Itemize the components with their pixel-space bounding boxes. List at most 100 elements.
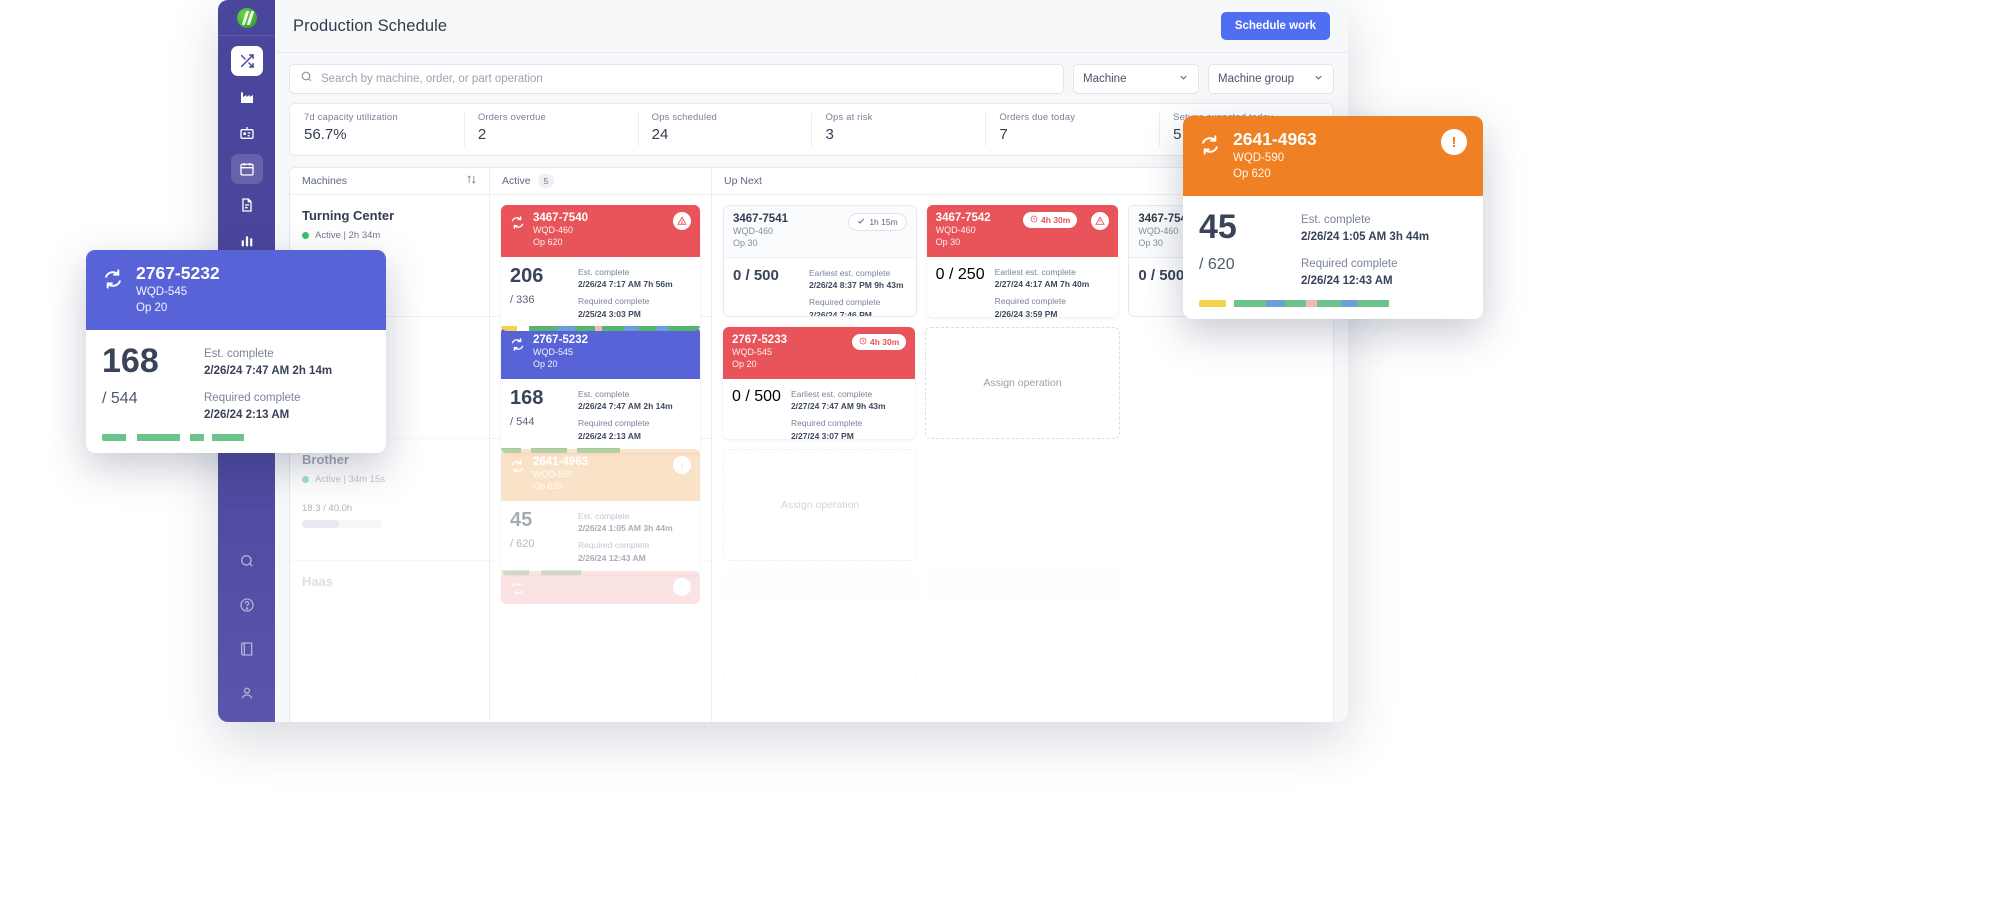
machine-row[interactable]: Haas bbox=[290, 561, 489, 683]
kpi-label: Orders overdue bbox=[477, 112, 546, 123]
cycle-icon bbox=[511, 460, 524, 473]
floating-operation-card-left[interactable]: 2767-5232 WQD-545 Op 20 168 / 544 Est. c… bbox=[86, 250, 386, 454]
kpi-value: 2 bbox=[477, 126, 487, 143]
warning-icon[interactable] bbox=[673, 456, 691, 474]
warning-triangle-icon[interactable] bbox=[673, 212, 691, 230]
machine-row[interactable]: Brother Active | 34m 15s 18.3 / 40.0h bbox=[290, 439, 489, 561]
column-header-machines: Machines bbox=[290, 168, 489, 195]
est-complete-value: 2/26/24 7:17 AM 7h 56m bbox=[578, 278, 673, 289]
sidebar-item-help[interactable] bbox=[231, 590, 263, 620]
operation-card[interactable] bbox=[501, 571, 700, 604]
operation-number: Op 30 bbox=[733, 237, 758, 248]
required-complete-value: 2/25/24 3:03 PM bbox=[578, 308, 641, 319]
earliest-est-label: Earliest est. complete bbox=[809, 267, 891, 278]
next-operation-card[interactable]: 3467-7541 WQD-460 Op 30 1h 15m 0 / 500 E… bbox=[723, 205, 917, 317]
column-title: Machines bbox=[302, 175, 347, 187]
quantity-block: 168 / 544 bbox=[102, 344, 188, 424]
required-complete-label: Required complete bbox=[790, 418, 863, 429]
operation-card-header: 2641-4963 WQD-590 Op 620 bbox=[501, 449, 700, 501]
setup-time-text: 1h 15m bbox=[869, 217, 898, 227]
next-card-meta: Earliest est. complete 2/27/24 4:17 AM 7… bbox=[995, 266, 1090, 317]
machine-filter-label: Machine bbox=[1083, 73, 1127, 85]
operation-card[interactable]: 2767-5232 WQD-545 Op 20 168 / 544 Est. c… bbox=[501, 327, 700, 453]
machine-group-filter-select[interactable]: Machine group bbox=[1208, 64, 1334, 94]
setup-time-text: 4h 30m bbox=[1041, 215, 1071, 225]
sidebar-item-shuffle[interactable] bbox=[230, 46, 263, 76]
schedule-board: Machines Turning Center Active | 2h 34m bbox=[289, 167, 1334, 722]
operation-card-header: 3467-7540 WQD-460 Op 620 bbox=[501, 205, 700, 257]
operation-number: Op 20 bbox=[136, 302, 168, 315]
operation-card-body: 45 / 620 Est. complete 2/26/24 1:05 AM 3… bbox=[501, 501, 700, 570]
operation-number: Op 620 bbox=[533, 236, 563, 247]
next-card-header: 3467-7542 WQD-460 Op 30 4h 30m bbox=[926, 205, 1119, 257]
up-next-row: Assign operation bbox=[712, 439, 1333, 561]
search-box[interactable] bbox=[289, 64, 1064, 94]
warning-triangle-icon[interactable] bbox=[673, 578, 691, 596]
floating-card-header: 2641-4963 WQD-590 Op 620 ! bbox=[1183, 116, 1483, 197]
est-complete-label: Est. complete bbox=[578, 388, 630, 399]
sidebar-item-calendar[interactable] bbox=[230, 154, 263, 184]
sidebar-item-factory[interactable] bbox=[231, 82, 263, 112]
quantity-completed: 206 bbox=[510, 264, 544, 287]
est-complete-value: 2/26/24 1:05 AM 3h 44m bbox=[1301, 231, 1430, 244]
next-operation-card[interactable]: 3467-7542 WQD-460 Op 30 4h 30m 0 / 250 E… bbox=[926, 205, 1119, 317]
machine-status-text: Active | 2h 34m bbox=[315, 230, 381, 241]
machine-name: Brother bbox=[302, 452, 349, 467]
quantity-total: / 620 bbox=[1199, 256, 1235, 274]
progress-stripe bbox=[1199, 300, 1467, 308]
app-window: Production Schedule Schedule work Machin… bbox=[218, 0, 1348, 722]
kpi-value: 3 bbox=[825, 126, 834, 143]
chevron-down-icon bbox=[1313, 72, 1324, 86]
floating-card-meta: Est. complete 2/26/24 7:47 AM 2h 14m Req… bbox=[204, 344, 332, 424]
required-complete-label: Required complete bbox=[578, 296, 650, 307]
warning-triangle-icon[interactable] bbox=[1091, 212, 1110, 230]
active-count-badge: 5 bbox=[537, 174, 555, 188]
schedule-work-button[interactable]: Schedule work bbox=[1220, 12, 1330, 40]
sort-icon[interactable] bbox=[466, 172, 477, 190]
up-next-row: 2767-5233 WQD-545 Op 20 4h 30m 0 / 500 E… bbox=[712, 317, 1333, 439]
machine-filter-select[interactable]: Machine bbox=[1073, 64, 1199, 94]
order-number: 2641-4963 bbox=[1233, 129, 1317, 149]
part-number: WQD-460 bbox=[533, 225, 574, 236]
sidebar-item-search[interactable] bbox=[231, 546, 263, 576]
operation-card[interactable]: 2641-4963 WQD-590 Op 620 45 / 620 Est. c… bbox=[501, 449, 700, 575]
est-complete-label: Est. complete bbox=[1301, 214, 1371, 227]
operation-card-meta: Est. complete 2/26/24 7:47 AM 2h 14m Req… bbox=[578, 388, 673, 442]
operation-number: Op 620 bbox=[533, 480, 563, 491]
alert-icon[interactable]: ! bbox=[1441, 129, 1467, 155]
est-complete-value: 2/26/24 7:47 AM 2h 14m bbox=[578, 400, 673, 411]
operation-card-meta: Est. complete 2/26/24 7:17 AM 7h 56m Req… bbox=[578, 266, 673, 320]
sidebar-item-documents[interactable] bbox=[231, 190, 263, 220]
sidebar-item-account[interactable] bbox=[231, 678, 263, 708]
search-input[interactable] bbox=[321, 73, 1053, 85]
kpi-label: Ops at risk bbox=[825, 112, 873, 123]
floating-operation-card-right[interactable]: 2641-4963 WQD-590 Op 620 ! 45 / 620 Est.… bbox=[1183, 116, 1483, 320]
operation-number: Op 20 bbox=[533, 358, 558, 369]
kpi-orders-due-today: Orders due today 7 bbox=[985, 104, 1159, 155]
next-operation-card[interactable] bbox=[723, 571, 917, 683]
next-card-meta: Earliest est. complete 2/26/24 8:37 PM 9… bbox=[809, 267, 904, 316]
screenshot-stage: Production Schedule Schedule work Machin… bbox=[0, 0, 2000, 922]
assign-operation-slot[interactable]: Assign operation bbox=[723, 449, 918, 561]
next-operation-card[interactable] bbox=[926, 571, 1121, 683]
search-icon bbox=[300, 70, 313, 88]
sidebar-nav-bottom bbox=[231, 546, 263, 708]
assign-operation-slot[interactable]: Assign operation bbox=[925, 327, 1120, 439]
kpi-label: Ops scheduled bbox=[651, 112, 717, 123]
operation-card[interactable]: 3467-7540 WQD-460 Op 620 206 / 336 Est. … bbox=[501, 205, 700, 331]
sidebar-item-docs[interactable] bbox=[231, 634, 263, 664]
required-complete-label: Required complete bbox=[809, 297, 881, 308]
next-card-meta: Earliest est. complete 2/27/24 7:47 AM 9… bbox=[791, 388, 886, 439]
est-complete-value: 2/26/24 1:05 AM 3h 44m bbox=[578, 522, 673, 533]
est-complete-value: 2/26/24 7:47 AM 2h 14m bbox=[204, 365, 333, 378]
part-number: WQD-460 bbox=[935, 225, 976, 236]
operation-card-body: 206 / 336 Est. complete 2/26/24 7:17 AM … bbox=[501, 257, 700, 326]
sidebar-item-robot[interactable] bbox=[231, 118, 263, 148]
quantity-completed: 45 bbox=[1199, 208, 1237, 247]
kpi-value: 56.7% bbox=[304, 126, 347, 143]
next-operation-card[interactable]: 2767-5233 WQD-545 Op 20 4h 30m 0 / 500 E… bbox=[723, 327, 916, 439]
setup-time-pill: 4h 30m bbox=[852, 334, 907, 350]
column-title: Up Next bbox=[724, 175, 762, 187]
active-card-slot: 3467-7540 WQD-460 Op 620 206 / 336 Est. … bbox=[490, 195, 711, 331]
quantity-completed: 45 bbox=[510, 508, 533, 531]
